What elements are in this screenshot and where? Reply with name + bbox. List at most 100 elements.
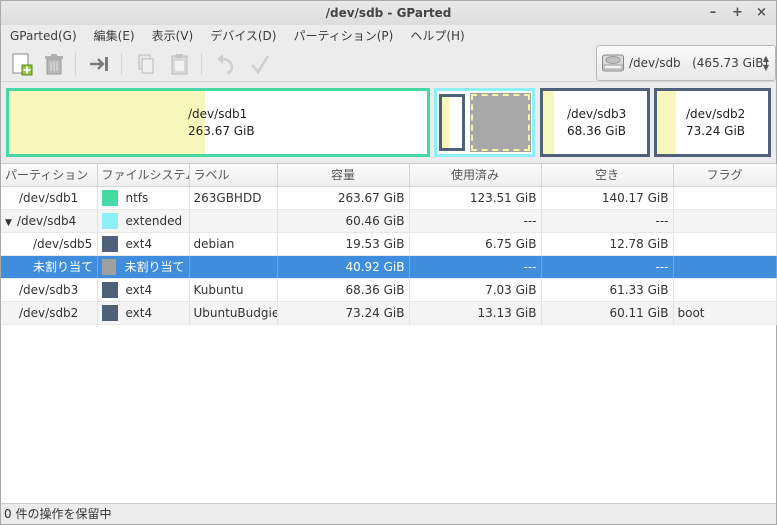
partition-block-sdb2[interactable]: /dev/sdb2 73.24 GiB (654, 88, 771, 157)
filesystem-color-swatch (101, 235, 118, 252)
cell-label: UbuntuBudgie (189, 301, 278, 325)
gparted-window: /dev/sdb - GParted – + × GParted(G) 編集(E… (0, 0, 777, 525)
cell-filesystem: 未割り当て (97, 255, 190, 279)
cell-free: 140.17 GiB (541, 186, 674, 210)
cell-used: --- (409, 255, 542, 279)
column-header-size[interactable]: 容量 (277, 164, 410, 187)
cell-filesystem: extended (97, 209, 190, 233)
partition-block-name: /dev/sdb2 (686, 107, 746, 121)
maximize-button[interactable]: + (732, 1, 743, 25)
menu-bar: GParted(G) 編集(E) 表示(V) デバイス(D) パーティション(P… (1, 25, 776, 46)
column-header-used[interactable]: 使用済み (409, 164, 542, 187)
table-header-row: パーティション ファイルシステム ラベル 容量 使用済み 空き フラグ (1, 164, 777, 187)
table-row[interactable]: /dev/sdb2 ext4 UbuntuBudgie 73.24 GiB 13… (1, 301, 777, 325)
table-row[interactable]: ▼/dev/sdb4 extended 60.46 GiB --- --- (1, 209, 777, 233)
column-header-filesystem[interactable]: ファイルシステム (97, 164, 190, 187)
new-partition-icon[interactable] (9, 51, 35, 77)
cell-flags (673, 209, 777, 233)
menu-partition[interactable]: パーティション(P) (293, 27, 393, 44)
cell-size: 19.53 GiB (277, 232, 410, 256)
menu-edit[interactable]: 編集(E) (94, 27, 135, 44)
partition-block-sdb3[interactable]: /dev/sdb3 68.36 GiB (540, 88, 650, 157)
undo-icon[interactable] (213, 51, 239, 77)
minimize-button[interactable]: – (708, 1, 718, 25)
resize-move-icon[interactable] (87, 51, 113, 77)
cell-label: debian (189, 232, 278, 256)
menu-view[interactable]: 表示(V) (152, 27, 194, 44)
cell-free: --- (541, 209, 674, 233)
toolbar-separator (75, 53, 76, 75)
status-bar: 0 件の操作を保留中 (1, 503, 776, 524)
cell-label (189, 209, 278, 233)
cell-used: --- (409, 209, 542, 233)
cell-partition: /dev/sdb5 (1, 232, 98, 256)
partition-block-name: /dev/sdb1 (188, 107, 248, 121)
cell-used: 6.75 GiB (409, 232, 542, 256)
device-selector[interactable]: /dev/sdb (465.73 GiB) ▲ ▼ (596, 45, 776, 81)
cell-filesystem: ext4 (97, 278, 190, 302)
cell-used: 7.03 GiB (409, 278, 542, 302)
filesystem-color-swatch (101, 281, 118, 298)
partition-block-size: 73.24 GiB (686, 124, 746, 138)
table-row[interactable]: /dev/sdb1 ntfs 263GBHDD 263.67 GiB 123.5… (1, 186, 777, 210)
menu-help[interactable]: ヘルプ(H) (410, 27, 464, 44)
cell-free: 61.33 GiB (541, 278, 674, 302)
device-selector-value: /dev/sdb (465.73 GiB) (629, 56, 769, 70)
partition-block-sdb5[interactable] (439, 94, 465, 151)
filesystem-name: ext4 (125, 236, 153, 251)
cell-used: 13.13 GiB (409, 301, 542, 325)
apply-icon[interactable] (247, 51, 273, 77)
partition-block-size: 68.36 GiB (567, 124, 627, 138)
cell-partition: ▼/dev/sdb4 (1, 209, 98, 233)
menu-gparted[interactable]: GParted(G) (10, 29, 77, 43)
cell-used: 123.51 GiB (409, 186, 542, 210)
cell-size: 263.67 GiB (277, 186, 410, 210)
cell-partition: /dev/sdb3 (1, 278, 98, 302)
cell-free: --- (541, 255, 674, 279)
partition-name: /dev/sdb4 (17, 213, 77, 228)
column-header-free[interactable]: 空き (541, 164, 674, 187)
partition-block-unallocated[interactable] (470, 93, 531, 152)
partition-table: パーティション ファイルシステム ラベル 容量 使用済み 空き フラグ /dev… (1, 163, 777, 503)
partition-map: /dev/sdb1 263.67 GiB /dev/sdb3 68.36 GiB (1, 83, 776, 161)
chevron-up-down-icon: ▲ ▼ (762, 54, 769, 72)
cell-size: 68.36 GiB (277, 278, 410, 302)
title-bar[interactable]: /dev/sdb - GParted – + × (1, 1, 776, 25)
table-row[interactable]: /dev/sdb5 ext4 debian 19.53 GiB 6.75 GiB… (1, 232, 777, 256)
used-space-bar (9, 91, 205, 154)
paste-icon[interactable] (167, 51, 193, 77)
filesystem-color-swatch (101, 304, 118, 321)
column-header-label[interactable]: ラベル (189, 164, 278, 187)
partition-block-sdb1[interactable]: /dev/sdb1 263.67 GiB (6, 88, 430, 157)
cell-filesystem: ext4 (97, 232, 190, 256)
delete-icon[interactable] (41, 51, 67, 77)
filesystem-color-swatch (101, 212, 118, 229)
filesystem-color-swatch (101, 258, 117, 275)
cell-partition: /dev/sdb2 (1, 301, 98, 325)
cell-filesystem: ntfs (97, 186, 190, 210)
partition-block-sdb4[interactable] (434, 88, 535, 157)
column-header-flags[interactable]: フラグ (673, 164, 777, 187)
copy-icon[interactable] (133, 51, 159, 77)
cell-flags (673, 186, 777, 210)
used-space-bar (442, 97, 449, 148)
close-button[interactable]: × (756, 1, 767, 25)
toolbar-separator (121, 53, 122, 75)
table-row-selected[interactable]: 未割り当て 未割り当て 40.92 GiB --- --- (1, 255, 777, 279)
table-row[interactable]: /dev/sdb3 ext4 Kubuntu 68.36 GiB 7.03 Gi… (1, 278, 777, 302)
menu-device[interactable]: デバイス(D) (210, 27, 276, 44)
partition-block-size: 263.67 GiB (188, 124, 255, 138)
cell-size: 40.92 GiB (277, 255, 410, 279)
cell-flags (673, 278, 777, 302)
used-space-bar (543, 91, 554, 154)
toolbar-separator (201, 53, 202, 75)
cell-free: 60.11 GiB (541, 301, 674, 325)
cell-flags (673, 255, 777, 279)
filesystem-name: ntfs (125, 190, 149, 205)
cell-partition: 未割り当て (1, 255, 98, 279)
expander-arrow-icon[interactable]: ▼ (5, 218, 17, 228)
cell-size: 73.24 GiB (277, 301, 410, 325)
column-header-partition[interactable]: パーティション (1, 164, 98, 187)
cell-label (189, 255, 278, 279)
cell-size: 60.46 GiB (277, 209, 410, 233)
